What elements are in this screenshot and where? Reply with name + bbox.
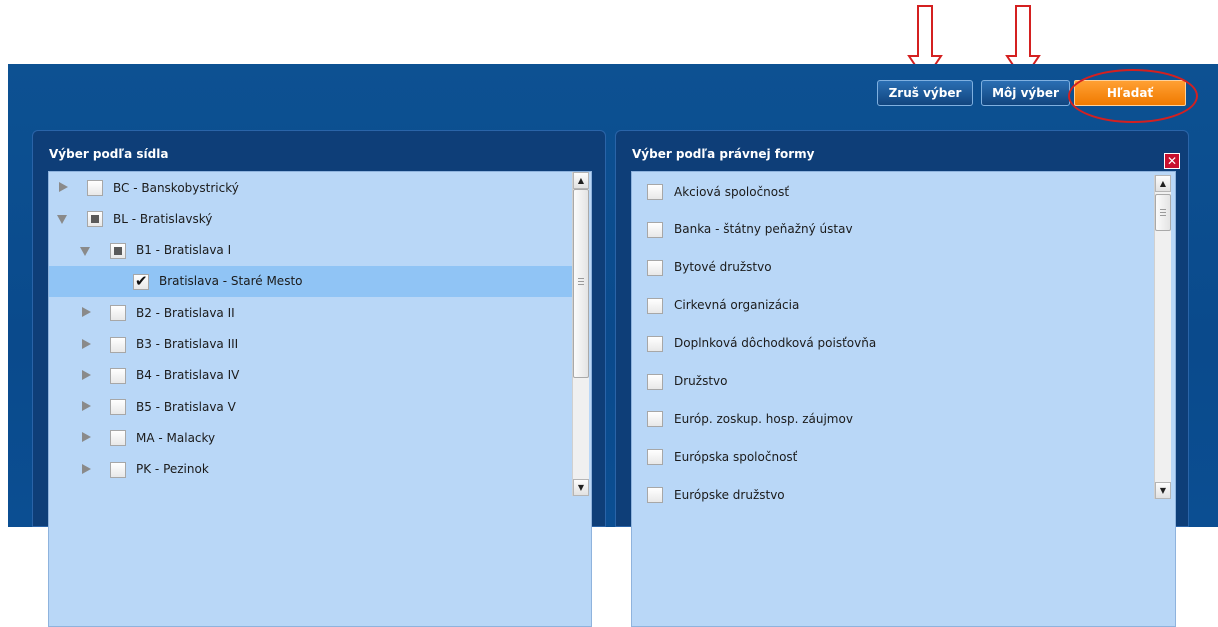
tree-item[interactable]: PK - Pezinok (49, 454, 573, 485)
tree-item[interactable]: MA - Malacky (49, 422, 573, 453)
expand-down-icon[interactable] (80, 246, 90, 256)
checkbox[interactable] (647, 221, 663, 238)
checkbox[interactable] (110, 461, 126, 478)
list-item[interactable]: Cirkevná organizácia (632, 290, 1152, 321)
tree-item[interactable]: B2 - Bratislava II (49, 297, 573, 328)
list-item-label: Akciová spoločnosť (674, 184, 790, 199)
list-item[interactable]: Doplnková dôchodková poisťovňa (632, 328, 1152, 359)
checkbox[interactable] (647, 297, 663, 314)
scroll-thumb[interactable] (1155, 194, 1171, 231)
checkbox[interactable]: ✔ (133, 271, 149, 290)
list-item-label: Európ. zoskup. hosp. záujmov (674, 411, 853, 426)
checkbox[interactable] (647, 449, 663, 466)
expand-right-icon[interactable] (59, 182, 68, 192)
expand-right-icon[interactable] (82, 401, 91, 412)
tree-item-label: MA - Malacky (136, 430, 216, 445)
seat-tree-list: BC - Banskobystrický BL - Bratislavský B1 … (48, 171, 592, 627)
tree-item-label: PK - Pezinok (136, 462, 209, 477)
scroll-thumb[interactable] (573, 189, 589, 378)
tree-item[interactable]: BL - Bratislavský (49, 203, 573, 234)
checkbox[interactable] (110, 399, 126, 416)
checkbox[interactable] (110, 430, 126, 447)
seat-selection-panel: Výber podľa sídla BC - Banskobystrický BL… (32, 130, 606, 627)
tree-item[interactable]: B4 - Bratislava IV (49, 360, 573, 391)
list-item[interactable]: Akciová spoločnosť (632, 176, 1152, 207)
checkbox[interactable] (647, 373, 663, 390)
search-button[interactable]: Hľadať (1074, 80, 1186, 106)
checkbox[interactable] (110, 336, 126, 353)
list-item-label: Banka - štátny peňažný ústav (674, 222, 853, 237)
close-icon[interactable]: ✕ (1164, 153, 1180, 169)
checkbox[interactable] (87, 211, 103, 228)
list-item[interactable]: Európske družstvo (632, 479, 1152, 510)
list-item-label: Európske družstvo (674, 487, 785, 502)
tree-item-label: B4 - Bratislava IV (136, 368, 240, 383)
list-item-label: Cirkevná organizácia (674, 298, 800, 313)
checkbox[interactable] (110, 367, 126, 384)
list-item[interactable]: Banka - štátny peňažný ústav (632, 214, 1152, 245)
list-item-label: Doplnková dôchodková poisťovňa (674, 336, 877, 351)
tree-item[interactable]: B1 - Bratislava I (49, 235, 573, 266)
tree-item[interactable]: B5 - Bratislava V (49, 391, 573, 422)
expand-right-icon[interactable] (82, 338, 91, 349)
tree-item-label: B3 - Bratislava III (136, 337, 239, 351)
list-item-label: Európska spoločnosť (674, 449, 798, 464)
checkbox[interactable] (647, 411, 663, 428)
checkbox[interactable] (647, 335, 663, 352)
panel-title: Výber podľa právnej formy (632, 147, 815, 161)
list-item[interactable]: Európ. zoskup. hosp. záujmov (632, 403, 1152, 434)
tree-item-label: B2 - Bratislava II (136, 305, 235, 320)
expand-right-icon[interactable] (82, 307, 91, 318)
tree-item-label: BC - Banskobystrický (113, 180, 239, 195)
tree-item[interactable]: BC - Banskobystrický (49, 172, 573, 203)
legal-form-list: Akciová spoločnosť Banka - štátny peňažný… (631, 171, 1176, 627)
checkbox[interactable] (647, 259, 663, 276)
scroll-up-button[interactable]: ▲ (573, 172, 589, 189)
panel-title: Výber podľa sídla (49, 147, 169, 161)
tree-item[interactable]: ✔ Bratislava - Staré Mesto (49, 265, 573, 297)
tree-item-label: BL - Bratislavský (113, 211, 213, 226)
expand-right-icon[interactable] (82, 432, 91, 443)
checkbox[interactable] (87, 180, 103, 196)
tree-item-label: B1 - Bratislava I (136, 243, 232, 258)
checkbox[interactable] (110, 242, 126, 259)
checkmark-icon: ✔ (135, 271, 148, 290)
scroll-down-button[interactable]: ▼ (1155, 482, 1171, 499)
list-item-label: Bytové družstvo (674, 260, 772, 275)
list-item[interactable]: Bytové družstvo (632, 252, 1152, 283)
tree-item-label: B5 - Bratislava V (136, 399, 236, 414)
scroll-down-button[interactable]: ▼ (573, 479, 589, 496)
legal-form-panel: Výber podľa právnej formy ✕ Akciová spol… (615, 130, 1189, 627)
tree-item[interactable]: B3 - Bratislava III (49, 329, 573, 360)
clear-selection-button[interactable]: Zruš výber (877, 80, 973, 106)
scroll-up-button[interactable]: ▲ (1155, 175, 1171, 192)
list-item[interactable]: Európska spoločnosť (632, 441, 1152, 472)
checkbox[interactable] (647, 487, 663, 504)
tree-item-label: Bratislava - Staré Mesto (159, 274, 303, 289)
right-scrollbar[interactable]: ▲ ▼ (1154, 175, 1171, 499)
expand-right-icon[interactable] (82, 369, 91, 380)
list-item-label: Družstvo (674, 374, 728, 388)
checkbox[interactable] (110, 305, 126, 322)
list-item[interactable]: Družstvo (632, 366, 1152, 397)
my-selection-button[interactable]: Môj výber (981, 80, 1070, 106)
expand-right-icon[interactable] (82, 463, 91, 474)
left-scrollbar[interactable]: ▲ ▼ (572, 172, 589, 496)
expand-down-icon[interactable] (57, 215, 67, 225)
checkbox[interactable] (647, 184, 663, 200)
